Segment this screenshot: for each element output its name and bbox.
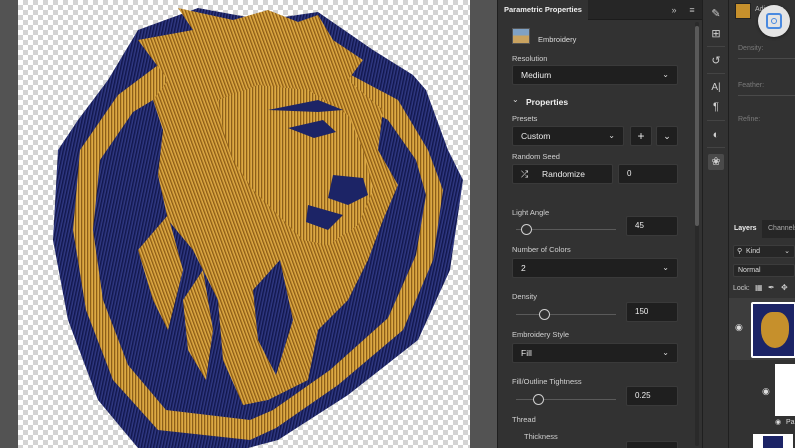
- resolution-value: Medium: [521, 70, 552, 80]
- layer-thumbnail: [753, 434, 793, 448]
- search-icon: ⚲: [737, 248, 743, 255]
- canvas-area[interactable]: [0, 0, 497, 448]
- chevron-down-icon: ⌄: [662, 263, 669, 272]
- refine-label: Refine:: [738, 116, 761, 123]
- paragraph-icon[interactable]: ¶: [708, 99, 724, 115]
- panel-header: Parametric Properties » ≡: [498, 0, 702, 20]
- feather-slider-track[interactable]: [738, 95, 795, 96]
- tightness-slider-thumb[interactable]: [532, 394, 544, 405]
- parametric-filter-icon[interactable]: ❀: [708, 154, 724, 170]
- layer-row[interactable]: ◉ ◉ Pa: [729, 362, 795, 426]
- embroidery-style-label: Embroidery Style: [512, 330, 570, 339]
- chevron-down-icon: ⌄: [662, 348, 669, 357]
- embroidery-style-value: Fill: [521, 348, 532, 358]
- strip-divider: [707, 147, 725, 148]
- number-of-colors-dropdown[interactable]: 2 ⌄: [512, 258, 678, 278]
- density-slider-thumb[interactable]: [538, 309, 550, 320]
- visibility-eye-icon[interactable]: ◉: [775, 418, 781, 426]
- random-seed-label: Random Seed: [512, 152, 560, 161]
- blend-mode-dropdown[interactable]: Normal: [733, 264, 795, 277]
- density-input[interactable]: 150: [626, 302, 678, 322]
- thickness-input[interactable]: [626, 441, 678, 448]
- presets-value: Custom: [521, 131, 551, 141]
- presets-dropdown[interactable]: Custom ⌄: [512, 126, 624, 146]
- strip-divider: [707, 120, 725, 121]
- tightness-input[interactable]: 0.25: [626, 386, 678, 406]
- panel-scrollbar-thumb[interactable]: [695, 26, 699, 226]
- thickness-label: Thickness: [524, 432, 558, 441]
- right-panel-column: Adjust se Density: Feather: Refine: Laye…: [728, 0, 795, 448]
- parametric-properties-panel: Parametric Properties » ≡ Embroidery Res…: [497, 0, 702, 448]
- add-preset-button[interactable]: +: [630, 126, 652, 146]
- embroidery-style-dropdown[interactable]: Fill ⌄: [512, 343, 678, 363]
- number-of-colors-value: 2: [521, 263, 526, 273]
- layer-kind-filter[interactable]: ⚲ Kind ⌄: [733, 245, 795, 258]
- presets-label: Presets: [512, 114, 538, 123]
- tab-layers[interactable]: Layers: [729, 220, 762, 238]
- strip-divider: [707, 73, 725, 74]
- resolution-dropdown[interactable]: Medium ⌄: [512, 65, 678, 85]
- panel-menu-icon[interactable]: ≡: [686, 4, 698, 16]
- layer-name-fragment: Pa: [786, 419, 795, 426]
- chevron-down-icon: ⌄: [784, 248, 790, 255]
- tab-parametric-properties[interactable]: Parametric Properties: [498, 0, 588, 20]
- panel-icon-strip: ✎ ⊞ ↺ A| ¶ ◐ ❀: [702, 0, 728, 448]
- chevron-down-icon: ⌄: [663, 131, 671, 141]
- preset-options-button[interactable]: ⌄: [656, 126, 678, 146]
- visibility-eye-icon[interactable]: ◉: [735, 322, 743, 333]
- chevron-down-icon[interactable]: ⌄: [512, 95, 519, 104]
- thread-label: Thread: [512, 415, 536, 424]
- layer-thumbnail: [751, 302, 795, 358]
- history-icon[interactable]: ↺: [708, 53, 724, 69]
- brush-settings-icon[interactable]: ✎: [708, 6, 724, 22]
- lock-move-icon[interactable]: ✥: [781, 283, 788, 292]
- tightness-label: Fill/Outline Tightness: [512, 377, 582, 386]
- feather-label: Feather:: [738, 82, 765, 89]
- light-angle-label: Light Angle: [512, 208, 550, 217]
- light-angle-input[interactable]: 45: [626, 216, 678, 236]
- embroidered-lion-crest-artwork: [53, 8, 463, 448]
- effect-thumbnail: [512, 28, 530, 44]
- tightness-slider-track[interactable]: [516, 399, 616, 400]
- adjustments-sliders-icon[interactable]: ⊞: [708, 26, 724, 42]
- layer-row[interactable]: [729, 428, 795, 448]
- density-slider-track[interactable]: [516, 314, 616, 315]
- shuffle-icon: ⤮: [521, 169, 529, 179]
- character-icon[interactable]: A|: [708, 80, 724, 96]
- properties-section-title[interactable]: Properties: [526, 97, 568, 107]
- lock-paint-icon[interactable]: ✒: [768, 283, 775, 292]
- screen-capture-button[interactable]: [758, 5, 790, 37]
- density-label: Density: [512, 292, 538, 301]
- strip-divider: [707, 46, 725, 47]
- randomize-button-label: Randomize: [542, 169, 585, 179]
- document-canvas[interactable]: [18, 0, 470, 448]
- color-icon[interactable]: ◐: [708, 127, 724, 143]
- density-slider-track[interactable]: [738, 58, 795, 59]
- mask-thumbnail: [735, 3, 751, 19]
- layers-panel-tabs: Layers Channels: [729, 220, 795, 238]
- capture-frame-icon: [766, 13, 782, 29]
- filter-mask-thumbnail: [775, 364, 795, 416]
- resolution-label: Resolution: [512, 54, 548, 63]
- random-seed-input[interactable]: 0: [618, 164, 678, 184]
- chevron-down-icon: ⌄: [608, 131, 615, 140]
- collapse-panel-icon[interactable]: »: [668, 4, 680, 16]
- visibility-eye-icon[interactable]: ◉: [762, 386, 770, 397]
- number-of-colors-label: Number of Colors: [512, 245, 571, 254]
- kind-filter-value: Kind: [746, 248, 761, 255]
- lock-label: Lock:: [733, 285, 750, 292]
- lock-pixels-icon[interactable]: ▦: [755, 283, 763, 292]
- blend-mode-value: Normal: [738, 267, 761, 274]
- density-label: Density:: [738, 45, 764, 52]
- randomize-button[interactable]: ⤮ Randomize: [512, 164, 613, 184]
- chevron-down-icon: ⌄: [662, 70, 669, 79]
- effect-name: Embroidery: [538, 35, 577, 44]
- plus-icon: +: [637, 129, 645, 143]
- light-angle-slider-thumb[interactable]: [520, 224, 532, 235]
- tab-channels[interactable]: Channels: [763, 220, 795, 238]
- layer-row[interactable]: ◉: [729, 298, 795, 360]
